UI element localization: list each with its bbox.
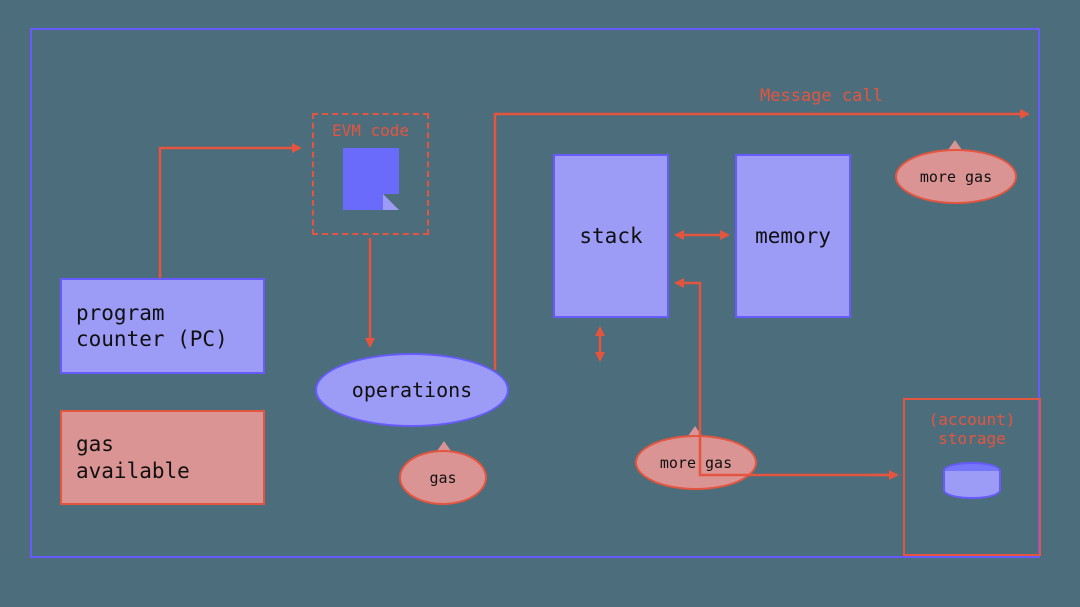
more-gas-bubble-1: more gas <box>635 435 757 490</box>
program-counter-box: program counter (PC) <box>60 278 265 374</box>
operations-ellipse: operations <box>315 353 509 427</box>
more-gas-bubble-2: more gas <box>895 149 1017 204</box>
account-storage-box: (account) storage <box>903 398 1041 556</box>
program-counter-label: program counter (PC) <box>76 300 228 353</box>
more-gas-2-label: more gas <box>920 168 992 186</box>
memory-label: memory <box>755 223 831 249</box>
gas-bubble: gas <box>399 450 487 505</box>
file-icon <box>343 148 399 210</box>
more-gas-1-label: more gas <box>660 454 732 472</box>
evm-execution-diagram: program counter (PC) gas available EVM c… <box>0 0 1080 607</box>
message-call-label: Message call <box>760 86 883 106</box>
account-label: (account) <box>929 410 1016 429</box>
gas-bubble-label: gas <box>429 469 456 487</box>
evm-code-label: EVM code <box>332 121 409 140</box>
stack-label: stack <box>579 223 642 249</box>
operations-label: operations <box>352 378 472 402</box>
database-icon <box>943 462 1001 499</box>
evm-code-box: EVM code <box>312 113 429 235</box>
storage-label: storage <box>938 429 1005 448</box>
stack-box: stack <box>553 154 669 318</box>
gas-available-label: gas available <box>76 431 190 484</box>
gas-available-box: gas available <box>60 410 265 505</box>
file-fold-icon <box>383 194 399 210</box>
memory-box: memory <box>735 154 851 318</box>
